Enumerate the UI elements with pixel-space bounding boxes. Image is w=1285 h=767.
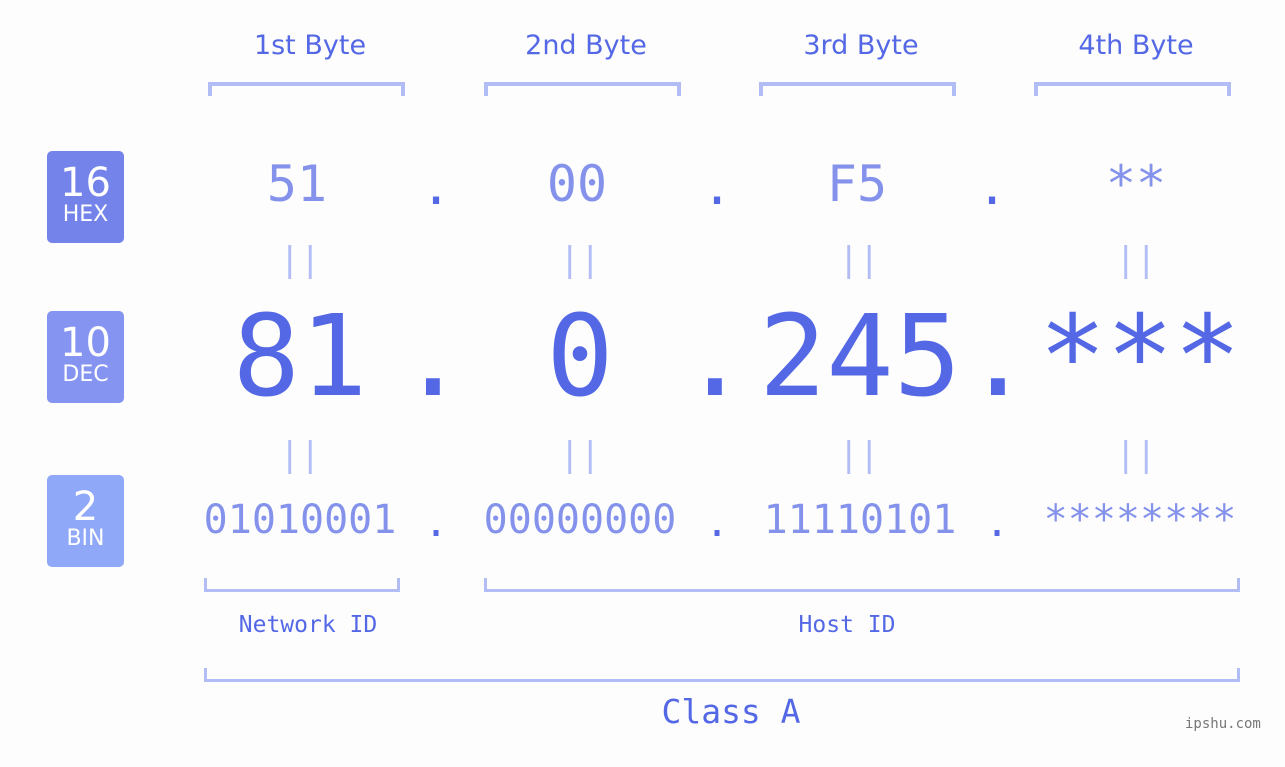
dec-byte-2: 0 bbox=[546, 292, 614, 422]
byte-bracket-1 bbox=[208, 82, 405, 96]
equals-sign: || bbox=[559, 240, 601, 280]
network-id-bracket bbox=[204, 578, 400, 592]
network-id-label: Network ID bbox=[238, 612, 378, 638]
watermark: ipshu.com bbox=[1185, 716, 1261, 732]
bin-separator: . bbox=[984, 500, 1010, 546]
class-bracket bbox=[204, 668, 1240, 682]
equals-sign: || bbox=[1115, 240, 1157, 280]
byte-header-2: 2nd Byte bbox=[525, 30, 647, 61]
dec-badge: 10 DEC bbox=[47, 311, 124, 403]
equals-sign: || bbox=[559, 435, 601, 475]
byte-bracket-2 bbox=[484, 82, 681, 96]
class-label: Class A bbox=[661, 692, 801, 731]
byte-header-1: 1st Byte bbox=[253, 30, 367, 61]
hex-byte-4: ** bbox=[1105, 155, 1167, 213]
bin-badge-number: 2 bbox=[72, 484, 99, 530]
bin-byte-3: 11110101 bbox=[763, 497, 957, 543]
dec-separator: . bbox=[399, 292, 467, 422]
dec-separator: . bbox=[964, 292, 1032, 422]
bin-byte-4: ******** bbox=[1043, 497, 1237, 543]
bin-byte-1: 01010001 bbox=[203, 497, 397, 543]
hex-badge-number: 16 bbox=[60, 160, 111, 206]
host-id-label: Host ID bbox=[798, 612, 896, 638]
equals-sign: || bbox=[838, 435, 880, 475]
host-id-bracket bbox=[484, 578, 1240, 592]
hex-byte-1: 51 bbox=[266, 155, 328, 213]
byte-bracket-4 bbox=[1034, 82, 1231, 96]
bin-separator: . bbox=[423, 500, 449, 546]
byte-header-4: 4th Byte bbox=[1078, 30, 1194, 61]
bin-badge: 2 BIN bbox=[47, 475, 124, 567]
byte-bracket-3 bbox=[759, 82, 956, 96]
hex-separator: . bbox=[976, 158, 1008, 216]
bin-byte-2: 00000000 bbox=[483, 497, 677, 543]
equals-sign: || bbox=[279, 240, 321, 280]
hex-byte-3: F5 bbox=[826, 155, 888, 213]
dec-byte-1: 81 bbox=[232, 292, 368, 422]
hex-byte-2: 00 bbox=[546, 155, 608, 213]
equals-sign: || bbox=[279, 435, 321, 475]
bin-badge-label: BIN bbox=[66, 526, 105, 551]
dec-separator: . bbox=[681, 292, 749, 422]
dec-byte-4: *** bbox=[1038, 292, 1242, 422]
hex-separator: . bbox=[701, 158, 733, 216]
hex-badge: 16 HEX bbox=[47, 151, 124, 243]
byte-header-3: 3rd Byte bbox=[803, 30, 919, 61]
dec-byte-3: 245 bbox=[758, 292, 962, 422]
hex-badge-label: HEX bbox=[62, 202, 109, 227]
dec-badge-label: DEC bbox=[62, 362, 109, 387]
hex-separator: . bbox=[420, 158, 452, 216]
equals-sign: || bbox=[838, 240, 880, 280]
dec-badge-number: 10 bbox=[60, 320, 111, 366]
bin-separator: . bbox=[704, 500, 730, 546]
equals-sign: || bbox=[1115, 435, 1157, 475]
